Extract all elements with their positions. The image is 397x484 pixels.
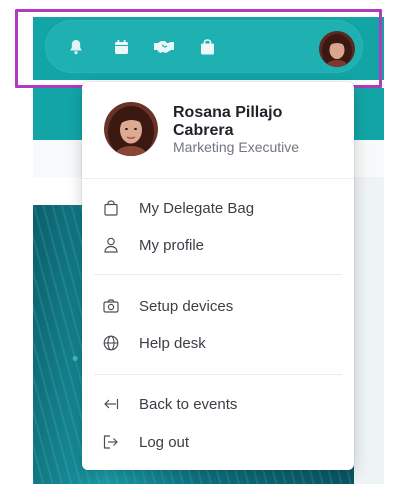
profile-role: Marketing Executive xyxy=(173,139,300,155)
menu-item-delegate-bag[interactable]: My Delegate Bag xyxy=(82,190,354,226)
menu-item-help-desk[interactable]: Help desk xyxy=(82,325,354,361)
menu-item-label: My profile xyxy=(139,236,205,254)
page-right-panel xyxy=(354,177,384,484)
profile-header: Rosana Pillajo Cabrera Marketing Executi… xyxy=(82,82,354,179)
menu-item-label: Log out xyxy=(139,433,190,451)
arrow-back-icon xyxy=(102,395,120,413)
menu-item-my-profile[interactable]: My profile xyxy=(82,227,354,263)
user-icon xyxy=(102,236,120,254)
bag-outline-icon xyxy=(102,199,120,217)
menu-item-log-out[interactable]: Log out xyxy=(82,424,354,460)
menu-item-back-to-events[interactable]: Back to events xyxy=(82,386,354,422)
menu-divider xyxy=(94,274,342,275)
profile-avatar xyxy=(104,102,158,156)
menu-item-setup-devices[interactable]: Setup devices xyxy=(82,288,354,324)
globe-icon xyxy=(102,334,120,352)
menu-item-label: Setup devices xyxy=(139,297,234,315)
menu-item-label: Help desk xyxy=(139,334,206,352)
menu-item-label: My Delegate Bag xyxy=(139,199,255,217)
camera-icon xyxy=(102,297,120,315)
logout-icon xyxy=(102,433,120,451)
menu-item-label: Back to events xyxy=(139,395,238,413)
profile-name: Rosana Pillajo Cabrera xyxy=(173,104,283,139)
header-highlight-frame xyxy=(15,9,382,88)
profile-dropdown-menu: Rosana Pillajo Cabrera Marketing Executi… xyxy=(82,82,354,470)
menu-divider xyxy=(94,374,342,375)
